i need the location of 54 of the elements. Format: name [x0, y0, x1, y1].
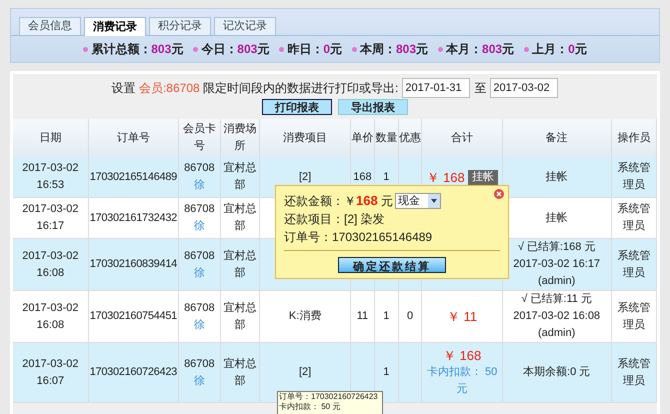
card-number: 86708: [183, 356, 216, 372]
member-link[interactable]: 徐: [178, 218, 220, 235]
note-text: 本期余额:0 元: [523, 366, 590, 378]
card-number: 86708: [183, 161, 216, 176]
report-button[interactable]: 导出报表: [338, 99, 408, 115]
date-field[interactable]: 2017-03-02: [490, 78, 558, 98]
tab[interactable]: 积分记录: [149, 17, 211, 35]
note-text: √ 已结算:11 元: [521, 293, 592, 305]
tooltip-line: 卡内扣款： 50 元: [279, 402, 342, 412]
confirm-button[interactable]: 确定还款结算: [338, 257, 446, 273]
payment-select[interactable]: 现金: [395, 193, 442, 209]
stat-text: 上月：0元: [532, 41, 587, 58]
bullet-icon: [279, 46, 284, 52]
tab[interactable]: 会员信息: [19, 17, 81, 35]
note-text: √ 已结算:168 元: [518, 241, 596, 253]
total-amount: ￥ 168: [442, 347, 482, 364]
stat-text: 昨日：0元: [287, 41, 342, 58]
member-link[interactable]: 徐: [178, 316, 220, 334]
caret-icon: [428, 194, 440, 208]
note-text: 挂帐: [546, 212, 568, 224]
tab[interactable]: 记次记录: [214, 17, 276, 35]
repay-order-text: 订单号：170302165146489: [284, 229, 434, 246]
card-number: 86708: [183, 300, 216, 316]
report-button[interactable]: 打印报表: [262, 99, 332, 115]
bullet-icon: [83, 46, 88, 52]
operator-cell: 系统管理员: [611, 342, 656, 402]
note-text: 挂帐: [546, 170, 568, 182]
bullet-icon: [193, 46, 198, 52]
bullet-icon: [352, 46, 357, 52]
stat-text: 本周：803元: [360, 41, 428, 58]
note-text: 2017-03-02 16:08: [513, 310, 600, 322]
export-text: 设置 会员:86708 限定时间段内的数据进行打印或导出:: [112, 80, 398, 97]
date-field[interactable]: 2017-01-31: [402, 78, 470, 98]
note-text: 2017-03-02 16:17: [513, 258, 600, 270]
order-cell: 170302160726423: [88, 342, 178, 402]
stat-text: 累计总额：803元: [91, 41, 184, 58]
payment-detail: 卡内扣款： 50 元: [426, 365, 498, 397]
tab[interactable]: 消费记录: [84, 17, 146, 36]
charge-button[interactable]: 挂帐: [468, 170, 498, 184]
total-amount: ￥ 11: [447, 308, 478, 325]
to-label: 至: [474, 80, 486, 97]
place-cell: 宜村总部: [220, 342, 260, 402]
card-number: 86708: [183, 202, 216, 217]
card-number: 86708: [183, 248, 216, 264]
stat-text: 本月：803元: [446, 41, 514, 58]
date-cell: 2017-03-02 16:07: [13, 342, 88, 402]
total-amount: ￥ 168: [426, 168, 465, 186]
close-icon[interactable]: [494, 189, 504, 199]
note-text: (admin): [538, 275, 576, 287]
note-text: (admin): [538, 327, 576, 339]
stat-text: 今日：803元: [201, 41, 270, 58]
bullet-icon: [524, 46, 530, 52]
bullet-icon: [438, 46, 444, 52]
repay-item-text: 还款项目：[2] 染发: [284, 211, 386, 228]
